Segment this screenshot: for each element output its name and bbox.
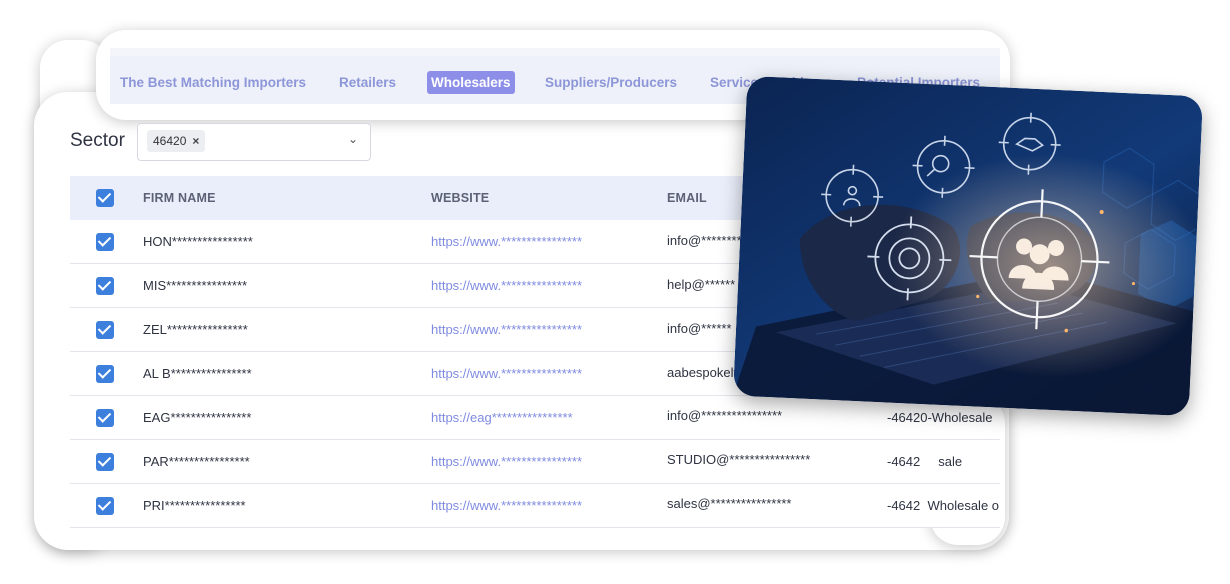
website-link[interactable]: https://www.**************** [431,454,582,469]
tab-retailers[interactable]: Retailers [335,71,400,94]
sector-label: Sector [70,130,125,151]
tab-suppliers-producers[interactable]: Suppliers/Producers [541,71,681,94]
select-all-checkbox[interactable] [96,189,114,207]
row-checkbox[interactable] [96,365,114,383]
firm-name: HON**************** [143,234,253,249]
row-checkbox[interactable] [96,277,114,295]
row-checkbox[interactable] [96,233,114,251]
table-row: PRI**************** https://www.********… [70,484,1000,528]
sector-chip-value: 46420 [153,134,187,148]
chevron-down-icon[interactable]: ⌄ [348,132,358,146]
email-value: info@******** [667,233,742,248]
firm-name: MIS**************** [143,278,248,293]
website-link[interactable]: https://www.**************** [431,278,582,293]
column-header-firm-name: FIRM NAME [143,191,216,205]
tab-wholesalers[interactable]: Wholesalers [427,71,515,94]
sector-description: -46420-Wholesale [887,410,993,425]
table-row: EAG**************** https://eag*********… [70,396,1000,440]
email-value: sales@**************** [667,496,792,511]
chip-remove-icon[interactable]: × [192,134,199,148]
firm-name: EAG**************** [143,410,252,425]
sector-description: -4642 Wholesale o [887,498,1000,513]
website-link[interactable]: https://eag**************** [431,410,573,425]
row-checkbox[interactable] [96,409,114,427]
column-header-email: EMAIL [667,191,707,205]
row-checkbox[interactable] [96,497,114,515]
email-value: info@**************** [667,408,783,423]
website-link[interactable]: https://www.**************** [431,498,582,513]
email-value: aabespokelt [667,365,738,380]
table-row: PAR**************** https://www.********… [70,440,1000,484]
tab-best-matching-importers[interactable]: The Best Matching Importers [116,71,310,94]
column-header-website: WEBSITE [431,191,490,205]
sector-select[interactable]: 46420 × ⌄ [137,123,371,161]
firm-name: ZEL**************** [143,322,248,337]
sector-description: -4642 sale [887,454,963,469]
row-checkbox[interactable] [96,321,114,339]
website-link[interactable]: https://www.**************** [431,366,582,381]
website-link[interactable]: https://www.**************** [431,322,582,337]
email-value: info@****** [667,321,732,336]
email-value: help@****** [667,277,736,292]
firm-name: PRI**************** [143,498,246,513]
email-value: STUDIO@**************** [667,452,811,467]
firm-name: PAR**************** [143,454,250,469]
sector-chip: 46420 × [147,130,206,152]
firm-name: AL B**************** [143,366,252,381]
row-checkbox[interactable] [96,453,114,471]
hero-photo-targeting [732,75,1204,417]
website-link[interactable]: https://www.**************** [431,234,582,249]
